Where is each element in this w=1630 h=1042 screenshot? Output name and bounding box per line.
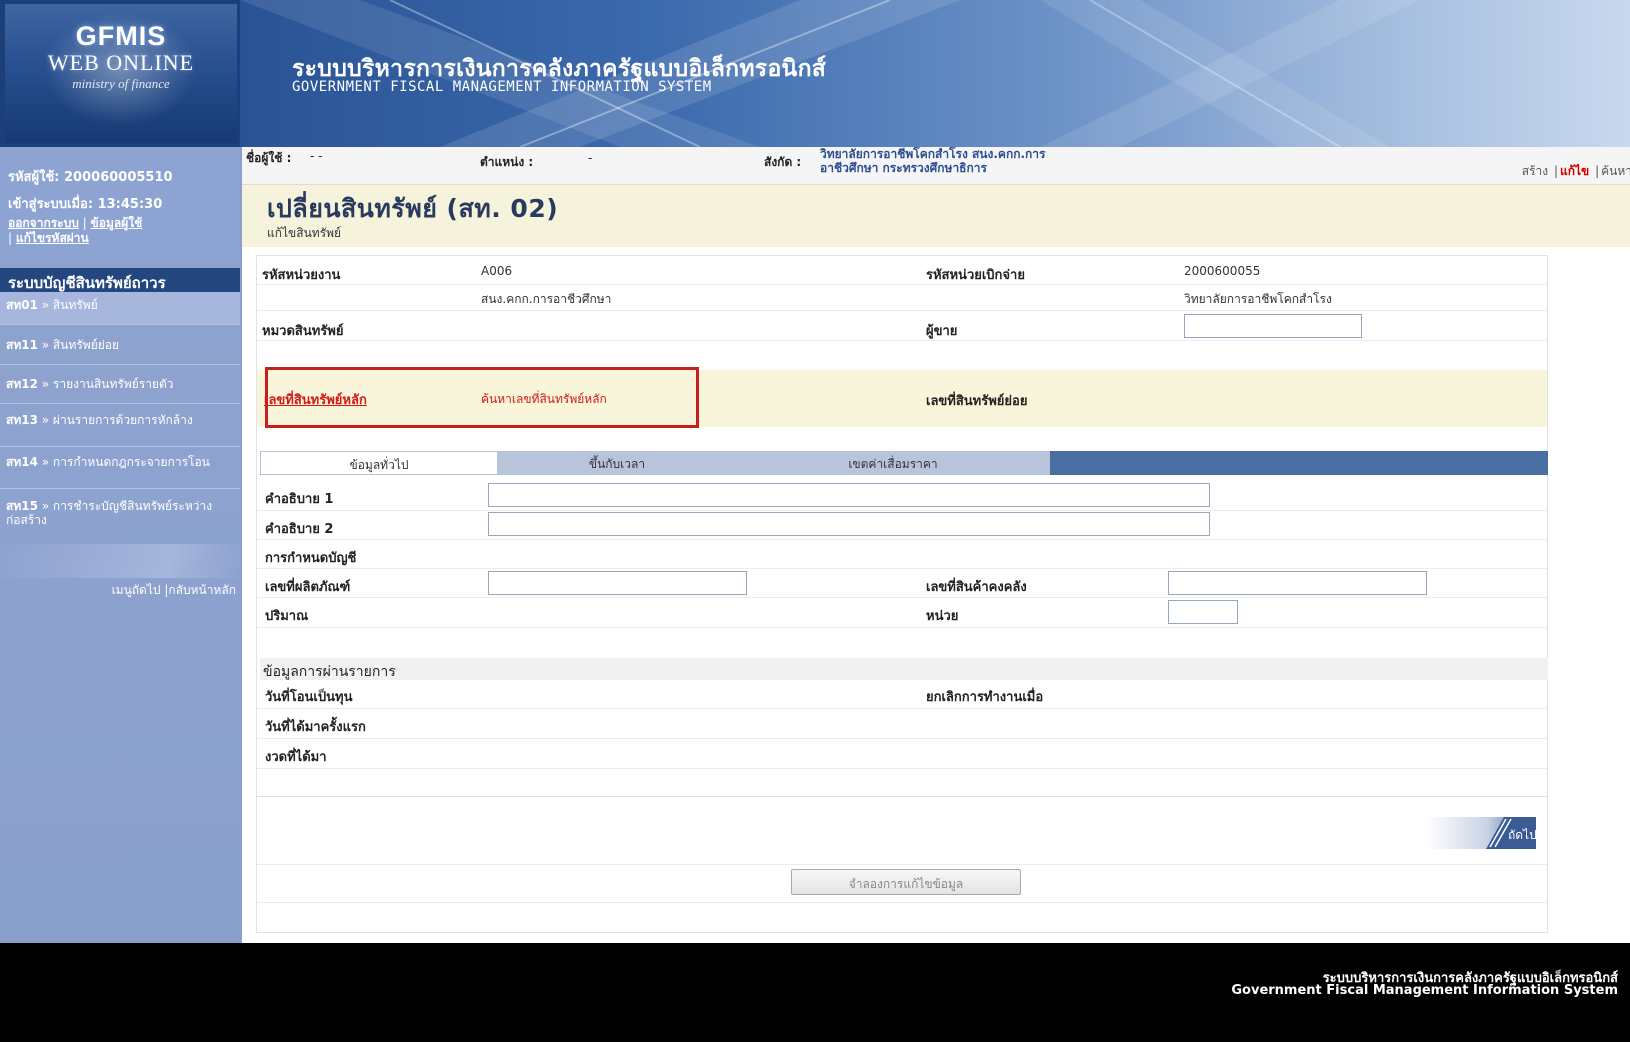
menu-code: สท12 xyxy=(6,377,38,391)
tab-depreciation-area[interactable]: เขตค่าเสื่อมราคา xyxy=(736,451,1050,475)
logout-link[interactable]: ออกจากระบบ xyxy=(8,216,79,230)
logo-web-online-text: WEB ONLINE xyxy=(47,50,195,75)
position-value: - xyxy=(588,151,593,165)
unit-code-label: รหัสหน่วยงาน xyxy=(262,268,341,283)
product-no-input[interactable] xyxy=(488,571,747,595)
tab-bar: ข้อมูลทั่วไป ขึ้นกับเวลา เขตค่าเสื่อมราค… xyxy=(260,451,1548,475)
menu-item-st14[interactable]: สท14 » การกำหนดกฎกระจายการโอน xyxy=(0,449,240,489)
user-code-value: 200060005510 xyxy=(64,170,173,185)
menu-label: ผ่านรายการด้วยการหักล้าง xyxy=(52,413,193,427)
user-info-block: รหัสผู้ใช้: 200060005510 เข้าสู่ระบบเมื่… xyxy=(0,147,240,265)
disb-unit-name: วิทยาลัยการอาชีพโคกสำโรง xyxy=(1184,292,1332,306)
link-separator: | xyxy=(8,231,16,245)
posting-info-section: ข้อมูลการผ่านรายการ xyxy=(260,658,1548,680)
gfmis-logo: GFMIS WEB ONLINE ministry of finance xyxy=(5,4,237,143)
login-time-value: 13:45:30 xyxy=(97,197,163,212)
mode-actions: สร้าง | แก้ไข | ค้นหา xyxy=(1521,164,1630,178)
simulate-edit-button[interactable]: จำลองการแก้ไขข้อมูล xyxy=(791,869,1021,895)
asset-form: รหัสหน่วยงาน A006 รหัสหน่วยเบิกจ่าย 2000… xyxy=(256,255,1548,933)
inventory-no-input[interactable] xyxy=(1168,571,1427,595)
home-link[interactable]: กลับหน้าหลัก xyxy=(168,583,236,597)
menu-code: สท11 xyxy=(6,338,38,352)
menu-label: การกำหนดกฎกระจายการโอน xyxy=(52,455,210,469)
edit-action[interactable]: แก้ไข xyxy=(1560,164,1589,178)
menu-code: สท01 xyxy=(6,298,38,312)
account-assignment-label: การกำหนดบัญชี xyxy=(265,551,357,566)
org-label: สังกัด : xyxy=(764,155,802,169)
disb-unit-code: 2000600055 xyxy=(1184,264,1261,278)
seller-label: ผู้ขาย xyxy=(926,324,958,339)
header-banner: ระบบบริหารการเงินการคลังภาครัฐแบบอิเล็กท… xyxy=(240,0,1630,147)
sub-asset-label: เลขที่สินทรัพย์ย่อย xyxy=(926,394,1028,409)
menu-code: สท13 xyxy=(6,413,38,427)
system-name-english: GOVERNMENT FISCAL MANAGEMENT INFORMATION… xyxy=(292,79,712,95)
tab-general-info[interactable]: ข้อมูลทั่วไป xyxy=(260,451,498,475)
seller-input[interactable] xyxy=(1184,314,1362,338)
menu-code: สท14 xyxy=(6,455,38,469)
user-info-bar: ชื่อผู้ใช้ : - - ตำแหน่ง : - สังกัด : วิ… xyxy=(242,147,1630,185)
sidebar: รหัสผู้ใช้: 200060005510 เข้าสู่ระบบเมื่… xyxy=(0,147,240,943)
menu-item-st01[interactable]: สท01 » สินทรัพย์ xyxy=(0,292,240,325)
login-time-label: เข้าสู่ระบบเมื่อ: xyxy=(8,197,94,212)
menu-label: สินทรัพย์ย่อย xyxy=(52,338,120,352)
next-button-label[interactable]: ถัดไป » xyxy=(1508,826,1548,845)
menu-item-st12[interactable]: สท12 » รายงานสินทรัพย์รายตัว xyxy=(0,371,240,404)
next-menu-link[interactable]: เมนูถัดไป xyxy=(112,583,161,597)
link-separator: | xyxy=(82,216,91,230)
page-subtitle: แก้ไขสินทรัพย์ xyxy=(267,226,342,240)
unit-name-value: สนง.คกก.การอาชีวศึกษา xyxy=(481,292,612,306)
search-main-asset-link[interactable]: ค้นหาเลขที่สินทรัพย์หลัก xyxy=(481,390,607,409)
main-asset-link[interactable]: เลขที่สินทรัพย์หลัก xyxy=(264,389,367,410)
menu-label: รายงานสินทรัพย์รายตัว xyxy=(52,377,174,391)
desc2-label: คำอธิบาย 2 xyxy=(265,522,334,537)
first-acquisition-label: วันที่ได้มาครั้งแรก xyxy=(265,720,366,735)
main-content: ชื่อผู้ใช้ : - - ตำแหน่ง : - สังกัด : วิ… xyxy=(240,147,1630,943)
org-value: วิทยาลัยการอาชีพโคกสำโรง สนง.คกก.การ อาช… xyxy=(820,147,1046,175)
desc2-input[interactable] xyxy=(488,512,1210,536)
position-label: ตำแหน่ง : xyxy=(480,155,534,169)
login-time: เข้าสู่ระบบเมื่อ: 13:45:30 xyxy=(8,193,240,214)
header: GFMIS WEB ONLINE ministry of finance ระบ… xyxy=(0,0,1630,147)
menu-title: ระบบบัญชีสินทรัพย์ถาวร xyxy=(0,268,240,292)
username-label: ชื่อผู้ใช้ : xyxy=(246,151,292,165)
product-no-label: เลขที่ผลิตภัณฑ์ xyxy=(265,580,351,595)
menu-item-st13[interactable]: สท13 » ผ่านรายการด้วยการหักล้าง xyxy=(0,407,240,447)
inventory-no-label: เลขที่สินค้าคงคลัง xyxy=(926,580,1027,595)
footer-system-name-english: Government Fiscal Management Information… xyxy=(1231,983,1618,998)
disb-unit-label: รหัสหน่วยเบิกจ่าย xyxy=(926,268,1025,283)
user-info-link[interactable]: ข้อมูลผู้ใช้ xyxy=(91,216,143,230)
deactivation-label: ยกเลิกการทำงานเมื่อ xyxy=(926,690,1044,705)
logo-ministry-text: ministry of finance xyxy=(72,76,170,91)
menu-item-st15[interactable]: สท15 » การชำระบัญชีสินทรัพย์ระหว่างก่อสร… xyxy=(0,493,240,535)
quantity-label: ปริมาณ xyxy=(265,609,309,624)
user-links: ออกจากระบบ | ข้อมูลผู้ใช้ | แก้ไขรหัสผ่า… xyxy=(8,216,240,246)
menu-label: สินทรัพย์ xyxy=(52,298,98,312)
capitalize-date-label: วันที่โอนเป็นทุน xyxy=(265,690,353,705)
page-title: เปลี่ยนสินทรัพย์ (สท. 02) xyxy=(267,194,559,223)
acquisition-period-label: งวดที่ได้มา xyxy=(265,750,327,765)
search-action[interactable]: ค้นหา xyxy=(1601,164,1630,178)
footer: ระบบบริหารการเงินการคลังภาครัฐแบบอิเล็กท… xyxy=(0,943,1630,1042)
desc1-label: คำอธิบาย 1 xyxy=(265,492,334,507)
title-bar: เปลี่ยนสินทรัพย์ (สท. 02) แก้ไขสินทรัพย์ xyxy=(242,185,1630,247)
change-password-link[interactable]: แก้ไขรหัสผ่าน xyxy=(16,231,89,245)
org-line-2: อาชีวศึกษา กระทรวงศึกษาธิการ xyxy=(820,161,987,175)
asset-category-label: หมวดสินทรัพย์ xyxy=(262,324,344,339)
unit-code-value: A006 xyxy=(481,264,513,278)
unit-input[interactable] xyxy=(1168,600,1238,624)
unit-label: หน่วย xyxy=(926,609,959,624)
tab-time-dependent[interactable]: ขึ้นกับเวลา xyxy=(498,451,736,475)
menu-item-st11[interactable]: สท11 » สินทรัพย์ย่อย xyxy=(0,332,240,365)
username-value: - - xyxy=(310,149,323,163)
sidebar-nav: เมนูถัดไป |กลับหน้าหลัก xyxy=(0,581,240,600)
sidebar-divider xyxy=(0,544,240,578)
create-action[interactable]: สร้าง xyxy=(1522,164,1548,178)
desc1-input[interactable] xyxy=(488,483,1210,507)
org-line-1: วิทยาลัยการอาชีพโคกสำโรง สนง.คกก.การ xyxy=(820,147,1046,161)
user-code-label: รหัสผู้ใช้: xyxy=(8,170,60,185)
user-code: รหัสผู้ใช้: 200060005510 xyxy=(8,166,240,187)
logo-gfmis-text: GFMIS xyxy=(75,21,167,51)
menu-code: สท15 xyxy=(6,499,38,513)
